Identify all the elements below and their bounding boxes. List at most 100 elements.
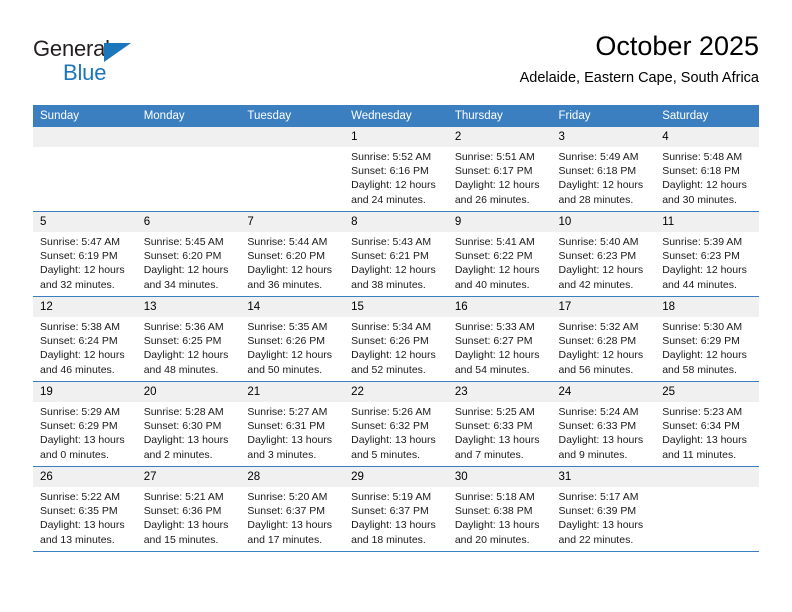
daylight-text-line2: and 30 minutes. — [662, 193, 737, 206]
daylight-text-line1: Daylight: 12 hours — [558, 179, 644, 192]
weekday-header-monday: Monday — [136, 105, 241, 127]
day-cell[interactable]: 21 Sunrise: 5:27 AM Sunset: 6:31 PM Dayl… — [240, 381, 345, 467]
sunrise-text: Sunrise: 5:18 AM — [454, 491, 535, 503]
sunset-text: Sunset: 6:33 PM — [558, 420, 637, 433]
day-cell[interactable]: 3 Sunrise: 5:49 AM Sunset: 6:18 PM Dayli… — [551, 127, 656, 212]
day-cell[interactable]: 29 Sunrise: 5:19 AM Sunset: 6:37 PM Dayl… — [344, 466, 448, 552]
day-cell[interactable]: 19 Sunrise: 5:29 AM Sunset: 6:29 PM Dayl… — [33, 381, 137, 467]
day-cell[interactable]: 27 Sunrise: 5:21 AM Sunset: 6:36 PM Dayl… — [136, 466, 241, 552]
day-number: 7 — [240, 212, 345, 232]
day-cell[interactable] — [33, 127, 137, 212]
sunset-text: Sunset: 6:26 PM — [247, 335, 326, 348]
daylight-text-line1: Daylight: 13 hours — [40, 519, 125, 532]
day-number: 8 — [344, 212, 448, 232]
day-cell[interactable] — [655, 466, 759, 552]
day-cell[interactable]: 28 Sunrise: 5:20 AM Sunset: 6:37 PM Dayl… — [240, 466, 345, 552]
daylight-text-line1: Daylight: 12 hours — [40, 264, 125, 277]
sunset-text: Sunset: 6:32 PM — [351, 420, 429, 433]
daylight-text-line2: and 58 minutes. — [662, 363, 737, 376]
day-cell[interactable]: 13 Sunrise: 5:36 AM Sunset: 6:25 PM Dayl… — [136, 296, 241, 382]
day-number: 29 — [344, 467, 448, 487]
logo-text-blue: Blue — [63, 60, 107, 85]
daylight-text-line2: and 56 minutes. — [558, 363, 634, 376]
day-cell[interactable]: 11 Sunrise: 5:39 AM Sunset: 6:23 PM Dayl… — [655, 211, 759, 297]
day-number: 12 — [33, 297, 137, 317]
day-cell[interactable]: 20 Sunrise: 5:28 AM Sunset: 6:30 PM Dayl… — [136, 381, 241, 467]
day-details — [655, 487, 759, 490]
day-cell[interactable]: 2 Sunrise: 5:51 AM Sunset: 6:17 PM Dayli… — [447, 127, 552, 212]
day-number — [136, 127, 241, 147]
daylight-text-line2: and 13 minutes. — [40, 533, 115, 546]
daylight-text-line1: Daylight: 12 hours — [143, 264, 229, 277]
day-details: Sunrise: 5:39 AM Sunset: 6:23 PM Dayligh… — [655, 232, 759, 292]
day-details: Sunrise: 5:45 AM Sunset: 6:20 PM Dayligh… — [137, 232, 241, 292]
daylight-text-line1: Daylight: 12 hours — [558, 349, 644, 362]
daylight-text-line1: Daylight: 12 hours — [351, 179, 436, 192]
day-details: Sunrise: 5:21 AM Sunset: 6:36 PM Dayligh… — [137, 487, 241, 547]
day-number: 17 — [551, 297, 656, 317]
sunset-text: Sunset: 6:26 PM — [351, 335, 429, 348]
day-number: 13 — [136, 297, 241, 317]
sunset-text: Sunset: 6:18 PM — [662, 165, 740, 178]
daylight-text-line1: Daylight: 12 hours — [247, 349, 333, 362]
day-cell[interactable]: 4 Sunrise: 5:48 AM Sunset: 6:18 PM Dayli… — [655, 127, 759, 212]
sunset-text: Sunset: 6:33 PM — [454, 420, 533, 433]
sunrise-text: Sunrise: 5:21 AM — [143, 491, 224, 503]
sunset-text: Sunset: 6:24 PM — [40, 335, 118, 348]
title-block: October 2025 Adelaide, Eastern Cape, Sou… — [520, 30, 759, 88]
day-cell[interactable] — [240, 127, 345, 212]
sunset-text: Sunset: 6:38 PM — [454, 505, 533, 518]
daylight-text-line1: Daylight: 12 hours — [558, 264, 644, 277]
day-cell[interactable]: 7 Sunrise: 5:44 AM Sunset: 6:20 PM Dayli… — [240, 211, 345, 297]
daylight-text-line2: and 2 minutes. — [143, 448, 213, 461]
day-cell[interactable]: 6 Sunrise: 5:45 AM Sunset: 6:20 PM Dayli… — [136, 211, 241, 297]
daylight-text-line1: Daylight: 12 hours — [662, 264, 747, 277]
daylight-text-line2: and 9 minutes. — [558, 448, 628, 461]
daylight-text-line2: and 42 minutes. — [558, 278, 634, 291]
sunset-text: Sunset: 6:37 PM — [247, 505, 326, 518]
day-cell[interactable]: 26 Sunrise: 5:22 AM Sunset: 6:35 PM Dayl… — [33, 466, 137, 552]
day-cell[interactable]: 18 Sunrise: 5:30 AM Sunset: 6:29 PM Dayl… — [655, 296, 759, 382]
day-cell[interactable]: 25 Sunrise: 5:23 AM Sunset: 6:34 PM Dayl… — [655, 381, 759, 467]
weekday-header-wednesday: Wednesday — [344, 105, 448, 127]
day-cell[interactable]: 8 Sunrise: 5:43 AM Sunset: 6:21 PM Dayli… — [344, 211, 448, 297]
day-details: Sunrise: 5:43 AM Sunset: 6:21 PM Dayligh… — [344, 232, 448, 292]
day-cell[interactable]: 5 Sunrise: 5:47 AM Sunset: 6:19 PM Dayli… — [33, 211, 137, 297]
day-cell[interactable]: 10 Sunrise: 5:40 AM Sunset: 6:23 PM Dayl… — [551, 211, 656, 297]
day-cell[interactable]: 1 Sunrise: 5:52 AM Sunset: 6:16 PM Dayli… — [344, 127, 448, 212]
day-cell[interactable]: 17 Sunrise: 5:32 AM Sunset: 6:28 PM Dayl… — [551, 296, 656, 382]
sunrise-text: Sunrise: 5:52 AM — [351, 151, 432, 163]
daylight-text-line1: Daylight: 12 hours — [247, 264, 333, 277]
day-cell[interactable]: 16 Sunrise: 5:33 AM Sunset: 6:27 PM Dayl… — [447, 296, 552, 382]
day-details: Sunrise: 5:26 AM Sunset: 6:32 PM Dayligh… — [344, 402, 448, 462]
day-number: 4 — [655, 127, 759, 147]
day-cell[interactable]: 22 Sunrise: 5:26 AM Sunset: 6:32 PM Dayl… — [344, 381, 448, 467]
daylight-text-line1: Daylight: 13 hours — [40, 434, 125, 447]
sunset-text: Sunset: 6:27 PM — [454, 335, 533, 348]
day-cell[interactable]: 30 Sunrise: 5:18 AM Sunset: 6:38 PM Dayl… — [447, 466, 552, 552]
day-details: Sunrise: 5:30 AM Sunset: 6:29 PM Dayligh… — [655, 317, 759, 377]
day-cell[interactable]: 31 Sunrise: 5:17 AM Sunset: 6:39 PM Dayl… — [551, 466, 656, 552]
day-cell[interactable]: 23 Sunrise: 5:25 AM Sunset: 6:33 PM Dayl… — [447, 381, 552, 467]
daylight-text-line1: Daylight: 13 hours — [247, 519, 333, 532]
day-number: 9 — [447, 212, 552, 232]
day-details: Sunrise: 5:17 AM Sunset: 6:39 PM Dayligh… — [552, 487, 656, 547]
day-cell[interactable]: 9 Sunrise: 5:41 AM Sunset: 6:22 PM Dayli… — [447, 211, 552, 297]
sunrise-text: Sunrise: 5:19 AM — [351, 491, 432, 503]
day-cell[interactable] — [136, 127, 241, 212]
day-details: Sunrise: 5:49 AM Sunset: 6:18 PM Dayligh… — [552, 147, 656, 207]
day-number: 11 — [655, 212, 759, 232]
day-cell[interactable]: 15 Sunrise: 5:34 AM Sunset: 6:26 PM Dayl… — [344, 296, 448, 382]
day-cell[interactable]: 14 Sunrise: 5:35 AM Sunset: 6:26 PM Dayl… — [240, 296, 345, 382]
daylight-text-line2: and 11 minutes. — [662, 448, 737, 461]
daylight-text-line1: Daylight: 12 hours — [454, 179, 540, 192]
daylight-text-line2: and 32 minutes. — [40, 278, 115, 291]
daylight-text-line2: and 28 minutes. — [558, 193, 634, 206]
day-cell[interactable]: 24 Sunrise: 5:24 AM Sunset: 6:33 PM Dayl… — [551, 381, 656, 467]
generalblue-logo: General Blue — [33, 36, 233, 92]
sunset-text: Sunset: 6:23 PM — [662, 250, 740, 263]
day-number: 10 — [551, 212, 656, 232]
day-cell[interactable]: 12 Sunrise: 5:38 AM Sunset: 6:24 PM Dayl… — [33, 296, 137, 382]
daylight-text-line2: and 20 minutes. — [454, 533, 530, 546]
daylight-text-line2: and 15 minutes. — [143, 533, 219, 546]
